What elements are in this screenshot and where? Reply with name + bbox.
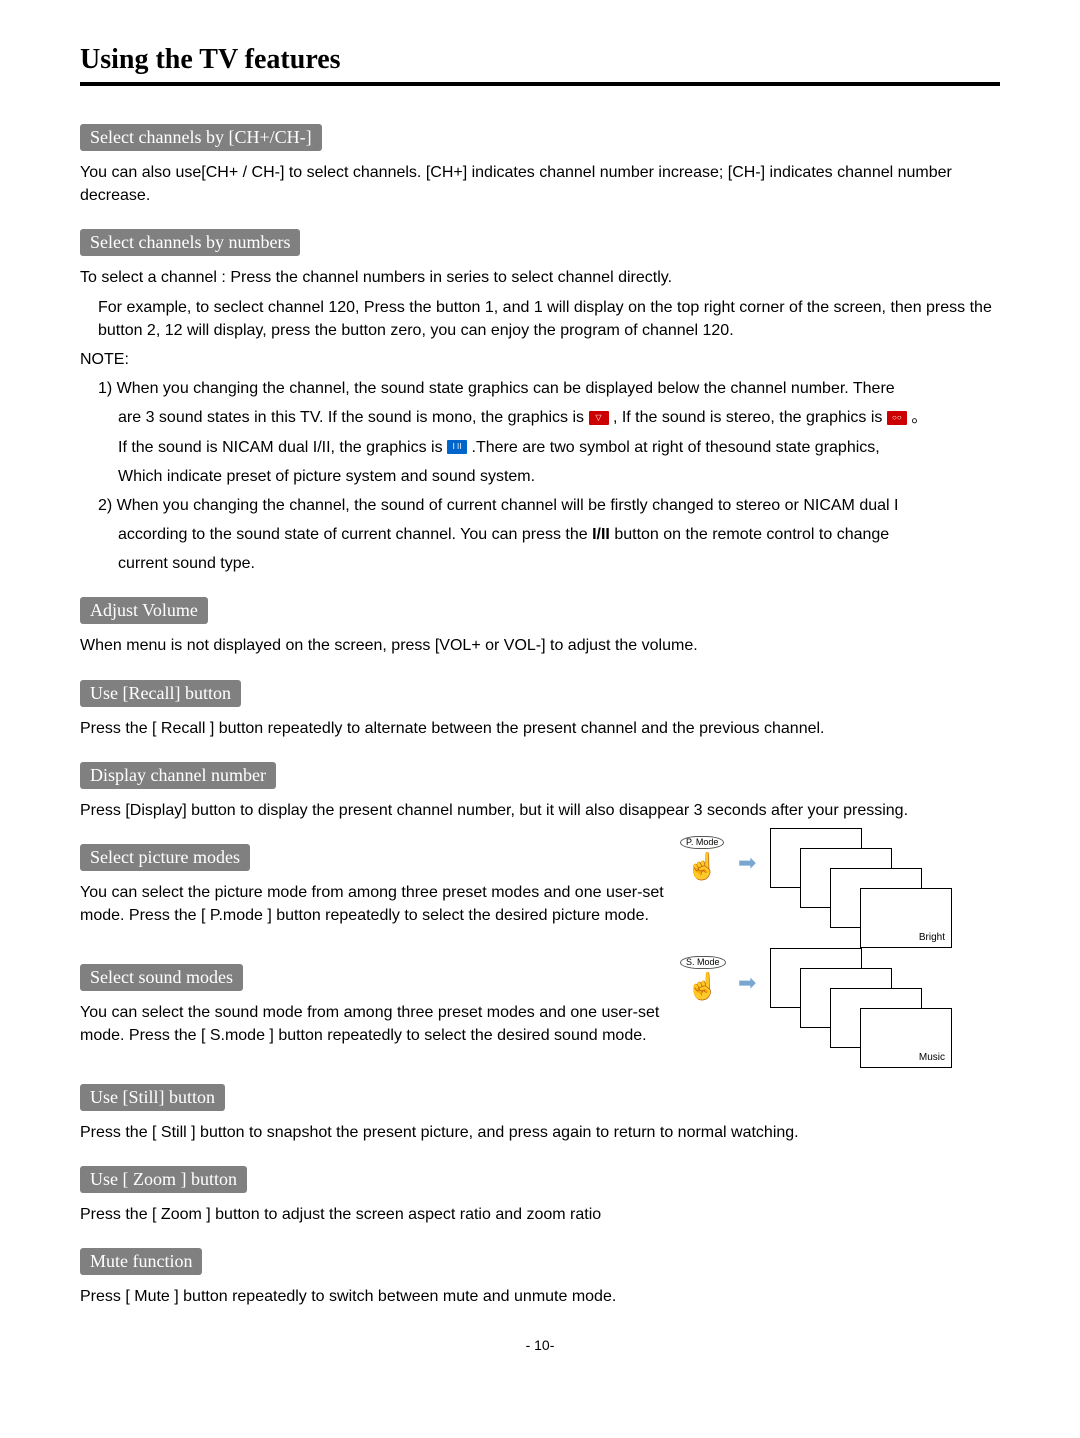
section-channels-num: Select channels by numbers — [80, 229, 300, 256]
text-still: Press the [ Still ] button to snapshot t… — [80, 1121, 1000, 1144]
text-mute: Press [ Mute ] button repeatedly to swit… — [80, 1285, 1000, 1308]
page: Using the TV features Select channels by… — [40, 0, 1040, 1373]
note-1-line2-end: 。 — [911, 409, 927, 426]
remote-hand-smode: S. Mode ☝ — [680, 956, 726, 1002]
text-recall: Press the [ Recall ] button repeatedly t… — [80, 717, 1000, 740]
section-still: Use [Still] button — [80, 1084, 225, 1111]
note-2-line3: current sound type. — [80, 552, 1000, 575]
section-mute: Mute function — [80, 1248, 202, 1275]
note-2-line2: according to the sound state of current … — [80, 523, 1000, 546]
arrow-icon: ➡ — [738, 850, 756, 876]
note-2-line2-b: button on the remote control to change — [614, 526, 889, 543]
section-zoom: Use [ Zoom ] button — [80, 1166, 247, 1193]
section-channels-ch: Select channels by [CH+/CH-] — [80, 124, 322, 151]
note-1-line2: are 3 sound states in this TV. If the so… — [80, 406, 1000, 429]
text-picture-modes: You can select the picture mode from amo… — [80, 881, 668, 927]
smode-button-icon: S. Mode — [680, 956, 726, 969]
note-1-line1: 1) When you changing the channel, the so… — [80, 377, 1000, 400]
stereo-icon: ○○ — [887, 411, 907, 425]
title-rule — [80, 82, 1000, 86]
text-channels-ch: You can also use[CH+ / CH-] to select ch… — [80, 161, 1000, 207]
note-1-line2-pre: are 3 sound states in this TV. If the so… — [118, 409, 589, 426]
text-channels-num-intro: To select a channel : Press the channel … — [80, 266, 1000, 289]
diagram-picture-modes: P. Mode ☝ ➡ Normal User Soft Bright — [680, 828, 1000, 948]
text-channels-num-example: For example, to seclect channel 120, Pre… — [80, 296, 1000, 342]
note-1-line3: If the sound is NICAM dual I/II, the gra… — [80, 436, 1000, 459]
note-1-line2-mid: , If the sound is stereo, the graphics i… — [613, 409, 882, 426]
arrow-icon: ➡ — [738, 970, 756, 996]
hand-icon: ☝ — [680, 851, 724, 882]
text-volume: When menu is not displayed on the screen… — [80, 634, 1000, 657]
diagram-sound-modes: S. Mode ☝ ➡ Speech Nomal User Music — [680, 948, 1000, 1068]
section-recall: Use [Recall] button — [80, 680, 241, 707]
text-zoom: Press the [ Zoom ] button to adjust the … — [80, 1203, 1000, 1226]
note-2-bold: I/II — [592, 526, 610, 543]
nicam-icon: I II — [447, 440, 467, 454]
section-picture-modes: Select picture modes — [80, 844, 250, 871]
page-title: Using the TV features — [80, 44, 1000, 76]
remote-hand-pmode: P. Mode ☝ — [680, 836, 724, 882]
mode-label: Bright — [919, 932, 945, 943]
pmode-button-icon: P. Mode — [680, 836, 724, 849]
note-1-line3-post: .There are two symbol at right of thesou… — [472, 439, 880, 456]
mode-card: Bright — [860, 888, 952, 948]
hand-icon: ☝ — [680, 971, 726, 1002]
mode-label: Music — [919, 1052, 945, 1063]
note-1-line3-pre: If the sound is NICAM dual I/II, the gra… — [118, 439, 447, 456]
section-volume: Adjust Volume — [80, 597, 208, 624]
note-2-line1: 2) When you changing the channel, the so… — [80, 494, 1000, 517]
text-display: Press [Display] button to display the pr… — [80, 799, 1000, 822]
note-heading: NOTE: — [80, 348, 1000, 371]
note-1-line4: Which indicate preset of picture system … — [80, 465, 1000, 488]
mono-icon: ▽ — [589, 411, 609, 425]
text-sound-modes: You can select the sound mode from among… — [80, 1001, 668, 1047]
section-display: Display channel number — [80, 762, 276, 789]
page-number: - 10- — [80, 1337, 1000, 1353]
mode-card: Music — [860, 1008, 952, 1068]
section-sound-modes: Select sound modes — [80, 964, 243, 991]
note-2-line2-a: according to the sound state of current … — [118, 526, 592, 543]
